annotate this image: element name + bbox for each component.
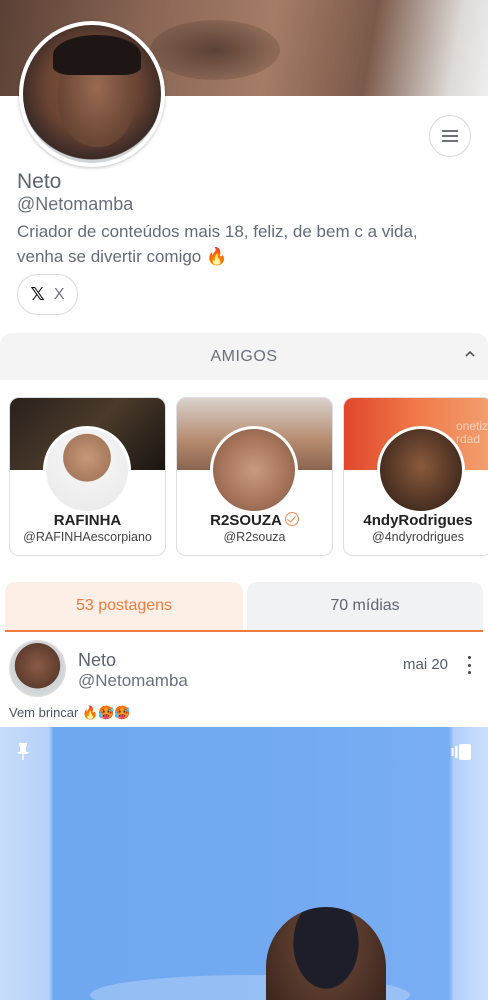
verified-check-icon (284, 512, 299, 526)
hamburger-icon (442, 130, 458, 142)
post-media[interactable] (0, 727, 488, 1000)
tab-posts[interactable]: 53 postagens (5, 582, 243, 630)
active-tab-underline (5, 630, 483, 632)
friend-handle: @4ndyrodrigues (372, 530, 464, 544)
post-author-avatar[interactable] (9, 640, 66, 697)
friend-name: 4ndyRodrigues (363, 512, 473, 529)
gallery-icon[interactable] (451, 743, 473, 761)
content-tabs: 53 postagens 70 mídias (5, 582, 483, 632)
chevron-up-icon[interactable] (464, 348, 476, 360)
pin-icon (17, 743, 29, 760)
kebab-menu-icon[interactable] (465, 656, 473, 674)
post-caption: Vem brincar 🔥🥵🥵 (9, 705, 131, 720)
avatar-hair (53, 35, 141, 75)
x-logo-icon: 𝕏 (30, 284, 45, 304)
friend-avatar[interactable] (210, 426, 298, 514)
post-author-handle[interactable]: @Netomamba (78, 671, 188, 691)
menu-button[interactable] (429, 115, 471, 157)
friends-section-header[interactable]: AMIGOS (0, 333, 488, 380)
profile-handle: @Netomamba (17, 194, 134, 214)
friend-banner-text: onetiz rdad (455, 419, 488, 446)
profile-name: Neto (17, 170, 62, 193)
post-date: mai 20 (403, 656, 449, 673)
friend-card[interactable]: onetiz rdad 4ndyRodrigues @4ndyrodrigues (343, 397, 488, 556)
friend-name-row: R2SOUZA (177, 512, 332, 529)
friend-handle: @RAFINHAescorpiano (23, 530, 152, 544)
tab-media[interactable]: 70 mídias (247, 582, 483, 630)
post-author-name[interactable]: Neto (78, 650, 116, 671)
social-x-label: X (53, 285, 65, 303)
media-person (266, 907, 386, 1000)
friends-title: AMIGOS (210, 347, 278, 365)
profile-avatar[interactable] (19, 21, 165, 167)
friend-avatar[interactable] (377, 426, 465, 514)
friend-name: RAFINHA (53, 512, 122, 529)
friend-card[interactable]: R2SOUZA @R2souza (176, 397, 333, 556)
social-x-link[interactable]: 𝕏 X (17, 274, 78, 315)
friend-handle: @R2souza (223, 530, 286, 544)
profile-bio: Criador de conteúdos mais 18, feliz, de … (17, 222, 418, 266)
cover-shade (150, 20, 280, 80)
friend-card[interactable]: RAFINHA @RAFINHAescorpiano (9, 397, 166, 556)
friend-name: R2SOUZA (210, 512, 282, 529)
friend-avatar[interactable] (43, 426, 131, 514)
